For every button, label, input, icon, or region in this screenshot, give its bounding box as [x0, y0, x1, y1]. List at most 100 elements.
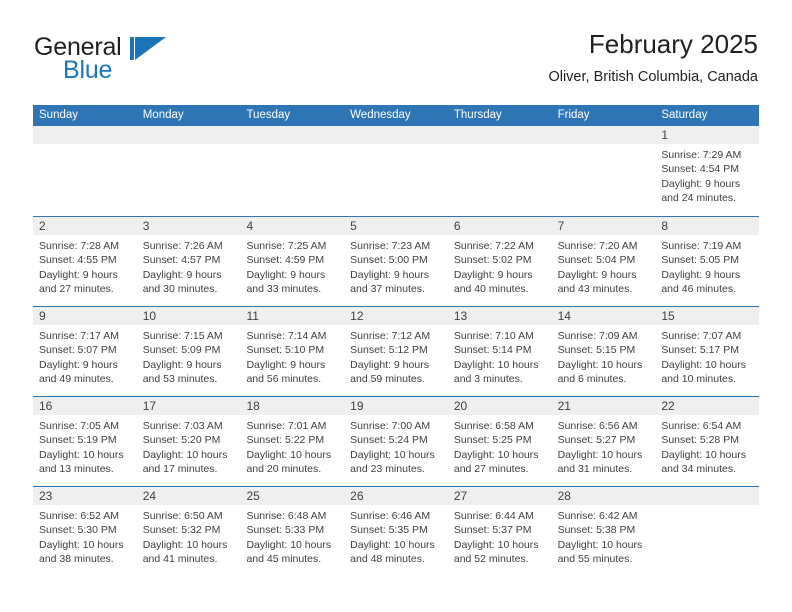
calendar-day-cell[interactable]: 7 Sunrise: 7:20 AM Sunset: 5:04 PM Daylight…	[551, 217, 656, 306]
logo-text-blue: Blue	[63, 56, 113, 84]
sunset-time: Sunset: 5:12 PM	[350, 344, 428, 357]
calendar-day-cell[interactable]: 24 Sunrise: 6:50 AM Sunset: 5:32 PM Dayligh…	[136, 487, 241, 576]
sunset-time: Sunset: 5:10 PM	[246, 344, 325, 357]
sunset-time: Sunset: 5:02 PM	[453, 254, 532, 267]
sunrise-time: Sunrise: 7:09 AM	[557, 330, 638, 342]
day-sun-info: Sunrise: 7:29 AM Sunset: 4:54 PM Daylight:…	[655, 144, 759, 206]
day-sun-info: Sunrise: 7:12 AM Sunset: 5:12 PM Daylight:…	[344, 325, 448, 387]
day-number: 10	[136, 307, 241, 325]
weekday-header-thursday: Thursday	[453, 109, 502, 121]
calendar-day-cell[interactable]: 17 Sunrise: 7:03 AM Sunset: 5:20 PM Dayligh…	[136, 397, 241, 486]
calendar-day-cell[interactable]: 26 Sunrise: 6:46 AM Sunset: 5:35 PM Dayligh…	[344, 487, 448, 576]
weekday-header-monday: Monday	[142, 109, 184, 121]
day-number: 16	[33, 397, 137, 415]
day-number: 8	[655, 217, 760, 235]
sunset-time: Sunset: 5:00 PM	[350, 254, 428, 267]
day-sun-info: Sunrise: 7:10 AM Sunset: 5:14 PM Daylight:…	[448, 325, 552, 387]
daylight-line-1: Daylight: 10 hours	[557, 538, 643, 551]
daylight-line-2: and 6 minutes.	[557, 373, 627, 386]
weekday-header-row: Sunday Monday Tuesday Wednesday Thursday…	[33, 105, 759, 126]
calendar-day-cell[interactable]: 1 Sunrise: 7:29 AM Sunset: 4:54 PM Daylight…	[655, 126, 760, 216]
daylight-line-1: Daylight: 9 hours	[142, 358, 222, 371]
daylight-line-1: Daylight: 10 hours	[661, 358, 746, 371]
calendar-day-cell[interactable]: 6 Sunrise: 7:22 AM Sunset: 5:02 PM Daylight…	[447, 217, 552, 306]
sunrise-time: Sunrise: 7:00 AM	[350, 420, 431, 432]
daylight-line-2: and 13 minutes.	[39, 463, 114, 476]
sunrise-time: Sunrise: 7:20 AM	[557, 240, 638, 252]
calendar-day-cell[interactable]: 21 Sunrise: 6:56 AM Sunset: 5:27 PM Dayligh…	[551, 397, 656, 486]
calendar-day-cell[interactable]: 25 Sunrise: 6:48 AM Sunset: 5:33 PM Dayligh…	[240, 487, 345, 576]
calendar-day-cell[interactable]: 11 Sunrise: 7:14 AM Sunset: 5:10 PM Dayligh…	[240, 307, 345, 396]
calendar-day-cell[interactable]: 4 Sunrise: 7:25 AM Sunset: 4:59 PM Daylight…	[240, 217, 345, 306]
daylight-line-2: and 49 minutes.	[39, 373, 114, 386]
sunset-time: Sunset: 5:25 PM	[453, 434, 532, 447]
day-sun-info: Sunrise: 7:20 AM Sunset: 5:04 PM Daylight:…	[552, 235, 656, 297]
sunset-time: Sunset: 5:24 PM	[350, 434, 428, 447]
calendar-day-cell[interactable]: 10 Sunrise: 7:15 AM Sunset: 5:09 PM Dayligh…	[136, 307, 241, 396]
day-number	[240, 126, 345, 144]
sunset-time: Sunset: 5:32 PM	[142, 524, 221, 537]
daylight-line-1: Daylight: 10 hours	[453, 358, 539, 371]
daylight-line-1: Daylight: 9 hours	[246, 358, 326, 371]
calendar-day-cell[interactable]: 16 Sunrise: 7:05 AM Sunset: 5:19 PM Dayligh…	[33, 397, 137, 486]
daylight-line-1: Daylight: 10 hours	[453, 448, 539, 461]
calendar-day-cell-empty	[344, 126, 448, 216]
day-number: 4	[240, 217, 345, 235]
weekday-header-friday: Friday	[557, 109, 590, 121]
sunrise-time: Sunrise: 7:15 AM	[142, 330, 223, 342]
day-sun-info: Sunrise: 7:07 AM Sunset: 5:17 PM Daylight:…	[655, 325, 759, 387]
weeks-container: 1 Sunrise: 7:29 AM Sunset: 4:54 PM Daylight…	[33, 126, 760, 576]
calendar-day-cell[interactable]: 9 Sunrise: 7:17 AM Sunset: 5:07 PM Daylight…	[33, 307, 137, 396]
sunrise-time: Sunrise: 7:23 AM	[350, 240, 431, 252]
sunrise-time: Sunrise: 6:58 AM	[453, 420, 534, 432]
calendar-day-cell[interactable]: 22 Sunrise: 6:54 AM Sunset: 5:28 PM Dayligh…	[655, 397, 760, 486]
sunset-time: Sunset: 5:28 PM	[661, 434, 739, 447]
sunrise-time: Sunrise: 6:44 AM	[453, 510, 534, 522]
daylight-line-1: Daylight: 10 hours	[661, 448, 746, 461]
day-sun-info: Sunrise: 6:50 AM Sunset: 5:32 PM Daylight:…	[137, 505, 241, 567]
calendar-day-cell[interactable]: 13 Sunrise: 7:10 AM Sunset: 5:14 PM Dayligh…	[447, 307, 552, 396]
day-sun-info: Sunrise: 7:15 AM Sunset: 5:09 PM Daylight:…	[137, 325, 241, 387]
calendar-day-cell[interactable]: 12 Sunrise: 7:12 AM Sunset: 5:12 PM Dayligh…	[344, 307, 448, 396]
calendar-page: General Blue February 2025 Oliver, Briti…	[0, 0, 792, 612]
daylight-line-2: and 24 minutes.	[661, 192, 737, 205]
daylight-line-1: Daylight: 9 hours	[350, 358, 429, 371]
calendar-day-cell[interactable]: 28 Sunrise: 6:42 AM Sunset: 5:38 PM Dayligh…	[551, 487, 656, 576]
calendar-day-cell[interactable]: 23 Sunrise: 6:52 AM Sunset: 5:30 PM Dayligh…	[33, 487, 137, 576]
day-sun-info: Sunrise: 7:25 AM Sunset: 4:59 PM Daylight:…	[240, 235, 344, 297]
day-number: 27	[447, 487, 552, 505]
sunrise-time: Sunrise: 7:29 AM	[661, 149, 742, 161]
calendar-day-cell[interactable]: 5 Sunrise: 7:23 AM Sunset: 5:00 PM Daylight…	[344, 217, 448, 306]
calendar-day-cell[interactable]: 27 Sunrise: 6:44 AM Sunset: 5:37 PM Dayligh…	[447, 487, 552, 576]
calendar-day-cell[interactable]: 15 Sunrise: 7:07 AM Sunset: 5:17 PM Dayligh…	[655, 307, 760, 396]
sunrise-time: Sunrise: 6:50 AM	[142, 510, 223, 522]
calendar-day-cell-empty	[136, 126, 241, 216]
day-sun-info: Sunrise: 7:00 AM Sunset: 5:24 PM Daylight:…	[344, 415, 448, 477]
logo-triangle-icon	[130, 37, 166, 60]
calendar-day-cell[interactable]: 3 Sunrise: 7:26 AM Sunset: 4:57 PM Daylight…	[136, 217, 241, 306]
day-sun-info: Sunrise: 6:42 AM Sunset: 5:38 PM Daylight:…	[552, 505, 656, 567]
calendar-day-cell[interactable]: 2 Sunrise: 7:28 AM Sunset: 4:55 PM Daylight…	[33, 217, 137, 306]
sunrise-time: Sunrise: 7:26 AM	[142, 240, 223, 252]
sunset-time: Sunset: 5:33 PM	[246, 524, 325, 537]
calendar-day-cell[interactable]: 18 Sunrise: 7:01 AM Sunset: 5:22 PM Dayligh…	[240, 397, 345, 486]
calendar-day-cell[interactable]: 19 Sunrise: 7:00 AM Sunset: 5:24 PM Dayligh…	[344, 397, 448, 486]
day-number: 18	[240, 397, 345, 415]
sunrise-time: Sunrise: 6:46 AM	[350, 510, 431, 522]
day-number: 7	[551, 217, 656, 235]
day-number: 25	[240, 487, 345, 505]
daylight-line-2: and 37 minutes.	[350, 283, 425, 296]
day-number: 26	[344, 487, 448, 505]
sunrise-time: Sunrise: 6:52 AM	[39, 510, 119, 522]
daylight-line-1: Daylight: 9 hours	[39, 268, 118, 281]
sunset-time: Sunset: 4:59 PM	[246, 254, 325, 267]
calendar-day-cell-empty	[240, 126, 345, 216]
calendar-day-cell[interactable]: 14 Sunrise: 7:09 AM Sunset: 5:15 PM Dayligh…	[551, 307, 656, 396]
weekday-header-tuesday: Tuesday	[246, 109, 291, 121]
day-sun-info: Sunrise: 7:03 AM Sunset: 5:20 PM Daylight:…	[137, 415, 241, 477]
daylight-line-1: Daylight: 10 hours	[142, 538, 228, 551]
day-number: 6	[447, 217, 552, 235]
calendar-day-cell[interactable]: 20 Sunrise: 6:58 AM Sunset: 5:25 PM Dayligh…	[447, 397, 552, 486]
calendar-day-cell[interactable]: 8 Sunrise: 7:19 AM Sunset: 5:05 PM Daylight…	[655, 217, 760, 306]
daylight-line-2: and 30 minutes.	[142, 283, 218, 296]
